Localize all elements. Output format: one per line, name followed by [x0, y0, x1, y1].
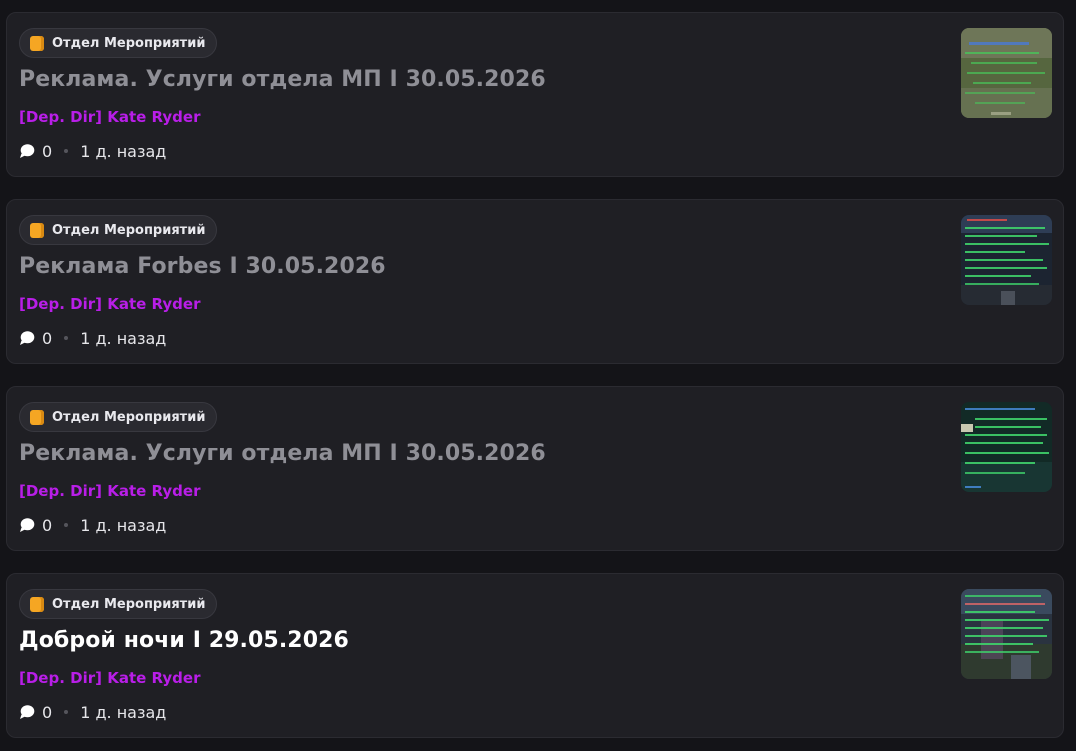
thumbnail-image	[961, 589, 1052, 679]
category-label: Отдел Мероприятий	[52, 409, 206, 425]
orange-book-icon	[30, 596, 44, 612]
speech-bubble-icon	[20, 705, 35, 719]
post-title[interactable]: Реклама. Услуги отдела МП I 30.05.2026	[19, 441, 546, 466]
post-time: 1 д. назад	[80, 141, 167, 161]
post-author[interactable]: [Dep. Dir] Kate Ryder	[19, 108, 200, 126]
post-card[interactable]: Отдел Мероприятий Доброй ночи I 29.05.20…	[6, 573, 1064, 738]
post-author[interactable]: [Dep. Dir] Kate Ryder	[19, 482, 200, 500]
post-card[interactable]: Отдел Мероприятий Реклама Forbes I 30.05…	[6, 199, 1064, 364]
post-thumbnail[interactable]	[961, 215, 1052, 305]
meta-separator	[64, 336, 69, 340]
orange-book-icon	[30, 409, 44, 425]
category-tag[interactable]: Отдел Мероприятий	[19, 402, 218, 432]
post-feed: Отдел Мероприятий Реклама. Услуги отдела…	[0, 0, 1076, 751]
post-meta: 0 1 д. назад	[19, 140, 166, 162]
meta-separator	[64, 710, 69, 714]
post-thumbnail[interactable]	[961, 589, 1052, 679]
thumbnail-image	[961, 28, 1052, 118]
category-tag[interactable]: Отдел Мероприятий	[19, 589, 218, 619]
meta-separator	[64, 523, 69, 527]
post-card[interactable]: Отдел Мероприятий Реклама. Услуги отдела…	[6, 386, 1064, 551]
meta-separator	[64, 149, 69, 153]
comment-count: 0	[42, 141, 53, 161]
comment-count: 0	[42, 702, 53, 722]
category-tag[interactable]: Отдел Мероприятий	[19, 215, 218, 245]
comment-count: 0	[42, 328, 53, 348]
post-card[interactable]: Отдел Мероприятий Реклама. Услуги отдела…	[6, 12, 1064, 177]
speech-bubble-icon	[20, 518, 35, 532]
post-title[interactable]: Реклама Forbes I 30.05.2026	[19, 254, 386, 279]
post-thumbnail[interactable]	[961, 402, 1052, 492]
speech-bubble-icon	[20, 331, 35, 345]
post-time: 1 д. назад	[80, 328, 167, 348]
thumbnail-image	[961, 215, 1052, 305]
post-thumbnail[interactable]	[961, 28, 1052, 118]
post-title[interactable]: Реклама. Услуги отдела МП I 30.05.2026	[19, 67, 546, 92]
category-label: Отдел Мероприятий	[52, 596, 206, 612]
category-tag[interactable]: Отдел Мероприятий	[19, 28, 218, 58]
category-label: Отдел Мероприятий	[52, 35, 206, 51]
orange-book-icon	[30, 35, 44, 51]
post-title[interactable]: Доброй ночи I 29.05.2026	[19, 628, 349, 653]
post-author[interactable]: [Dep. Dir] Kate Ryder	[19, 669, 200, 687]
orange-book-icon	[30, 222, 44, 238]
post-time: 1 д. назад	[80, 702, 167, 722]
comment-count: 0	[42, 515, 53, 535]
post-meta: 0 1 д. назад	[19, 701, 166, 723]
thumbnail-image	[961, 402, 1052, 492]
post-meta: 0 1 д. назад	[19, 514, 166, 536]
category-label: Отдел Мероприятий	[52, 222, 206, 238]
speech-bubble-icon	[20, 144, 35, 158]
post-author[interactable]: [Dep. Dir] Kate Ryder	[19, 295, 200, 313]
post-time: 1 д. назад	[80, 515, 167, 535]
post-meta: 0 1 д. назад	[19, 327, 166, 349]
